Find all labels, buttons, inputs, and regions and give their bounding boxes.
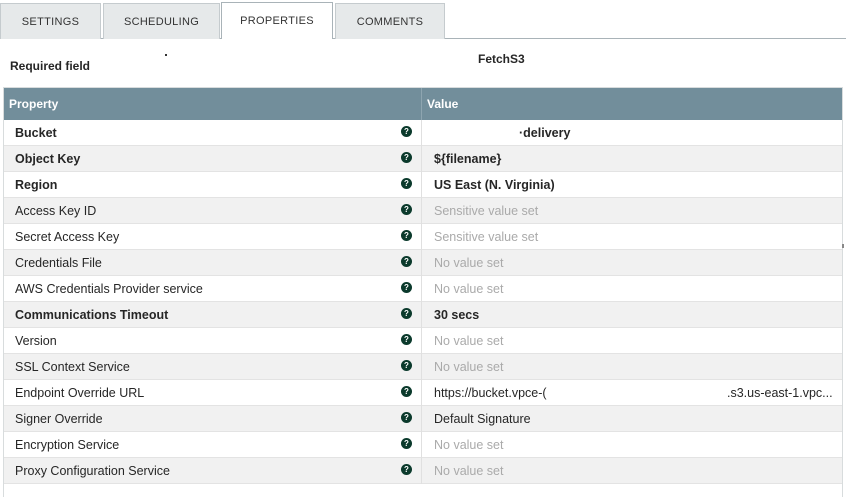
property-name: Proxy Configuration Service: [15, 464, 170, 478]
property-name: Region: [15, 178, 58, 192]
value-divider: [421, 224, 422, 250]
processor-name: FetchS3: [478, 52, 525, 66]
property-value[interactable]: https://bucket.vpce-(: [434, 386, 547, 400]
value-divider: [421, 276, 422, 302]
property-row-secret-access-key[interactable]: Secret Access Key ? Sensitive value set: [4, 224, 842, 250]
property-row-object-key[interactable]: Object Key ? ${filename}: [4, 146, 842, 172]
value-divider: [421, 146, 422, 172]
tab-comments[interactable]: COMMENTS: [335, 3, 445, 39]
help-icon[interactable]: ?: [401, 308, 412, 319]
property-row-ssl-context-service[interactable]: SSL Context Service ? No value set: [4, 354, 842, 380]
help-icon[interactable]: ?: [401, 178, 412, 189]
help-icon[interactable]: ?: [401, 282, 412, 293]
property-value[interactable]: No value set: [434, 334, 503, 348]
help-icon[interactable]: ?: [401, 334, 412, 345]
value-divider: [421, 302, 422, 328]
property-value[interactable]: No value set: [434, 438, 503, 452]
property-row-version[interactable]: Version ? No value set: [4, 328, 842, 354]
help-icon[interactable]: ?: [401, 412, 412, 423]
value-divider: [421, 380, 422, 406]
property-row-communications-timeout[interactable]: Communications Timeout ? 30 secs: [4, 302, 842, 328]
property-row-access-key-id[interactable]: Access Key ID ? Sensitive value set: [4, 198, 842, 224]
property-name: Access Key ID: [15, 204, 97, 218]
property-row-credentials-file[interactable]: Credentials File ? No value set: [4, 250, 842, 276]
help-icon[interactable]: ?: [401, 464, 412, 475]
property-name: Signer Override: [15, 412, 103, 426]
property-name: Encryption Service: [15, 438, 120, 452]
scrollbar-marker[interactable]: [842, 244, 844, 248]
grid-header: Property Value: [4, 88, 842, 120]
property-row-endpoint-override-url[interactable]: Endpoint Override URL ? https://bucket.v…: [4, 380, 842, 406]
value-divider: [421, 198, 422, 224]
value-divider: [421, 354, 422, 380]
property-name: Version: [15, 334, 57, 348]
value-divider: [421, 172, 422, 198]
property-value[interactable]: No value set: [434, 464, 503, 478]
tab-bar: SETTINGS SCHEDULING PROPERTIES COMMENTS: [0, 0, 846, 39]
help-icon[interactable]: ?: [401, 360, 412, 371]
property-name: Object Key: [15, 152, 81, 166]
value-divider: [421, 120, 422, 146]
tab-scheduling[interactable]: SCHEDULING: [103, 3, 220, 39]
help-icon[interactable]: ?: [401, 152, 412, 163]
required-field-label: Required field: [10, 59, 91, 73]
value-divider: [421, 432, 422, 458]
value-divider: [421, 328, 422, 354]
header-column-divider[interactable]: [421, 88, 422, 120]
property-value[interactable]: No value set: [434, 360, 503, 374]
help-icon[interactable]: ?: [401, 230, 412, 241]
property-row-aws-credentials-provider[interactable]: AWS Credentials Provider service ? No va…: [4, 276, 842, 302]
property-value[interactable]: No value set: [434, 256, 503, 270]
property-value[interactable]: Sensitive value set: [434, 230, 538, 244]
value-divider: [421, 458, 422, 484]
property-value[interactable]: Sensitive value set: [434, 204, 538, 218]
help-icon[interactable]: ?: [401, 438, 412, 449]
property-value[interactable]: ${filename}: [434, 152, 501, 166]
property-name: Bucket: [15, 126, 57, 140]
help-icon[interactable]: ?: [401, 256, 412, 267]
property-name: Credentials File: [15, 256, 102, 270]
property-row-encryption-service[interactable]: Encryption Service ? No value set: [4, 432, 842, 458]
help-icon[interactable]: ?: [401, 126, 412, 137]
property-value-suffix[interactable]: .s3.us-east-1.vpc...: [727, 386, 833, 400]
tab-settings[interactable]: SETTINGS: [0, 3, 101, 39]
header-value[interactable]: Value: [427, 97, 458, 111]
property-row-bucket[interactable]: Bucket ? ·delivery: [4, 120, 842, 146]
property-value[interactable]: Default Signature: [434, 412, 531, 426]
property-value[interactable]: ·delivery: [519, 126, 570, 140]
property-value[interactable]: No value set: [434, 282, 503, 296]
property-value[interactable]: 30 secs: [434, 308, 479, 322]
property-value[interactable]: US East (N. Virginia): [434, 178, 555, 192]
header-property[interactable]: Property: [9, 97, 58, 111]
property-name: SSL Context Service: [15, 360, 130, 374]
tab-properties[interactable]: PROPERTIES: [221, 2, 333, 39]
value-divider: [421, 250, 422, 276]
property-name: AWS Credentials Provider service: [15, 282, 203, 296]
property-name: Endpoint Override URL: [15, 386, 145, 400]
property-name: Secret Access Key: [15, 230, 120, 244]
property-name: Communications Timeout: [15, 308, 169, 322]
help-icon[interactable]: ?: [401, 204, 412, 215]
value-divider: [421, 406, 422, 432]
property-row-signer-override[interactable]: Signer Override ? Default Signature: [4, 406, 842, 432]
help-icon[interactable]: ?: [401, 386, 412, 397]
properties-grid: Property Value Bucket ? ·delivery Object…: [3, 87, 843, 497]
marker-dot: [165, 54, 167, 56]
property-row-region[interactable]: Region ? US East (N. Virginia): [4, 172, 842, 198]
property-row-proxy-configuration-service[interactable]: Proxy Configuration Service ? No value s…: [4, 458, 842, 484]
